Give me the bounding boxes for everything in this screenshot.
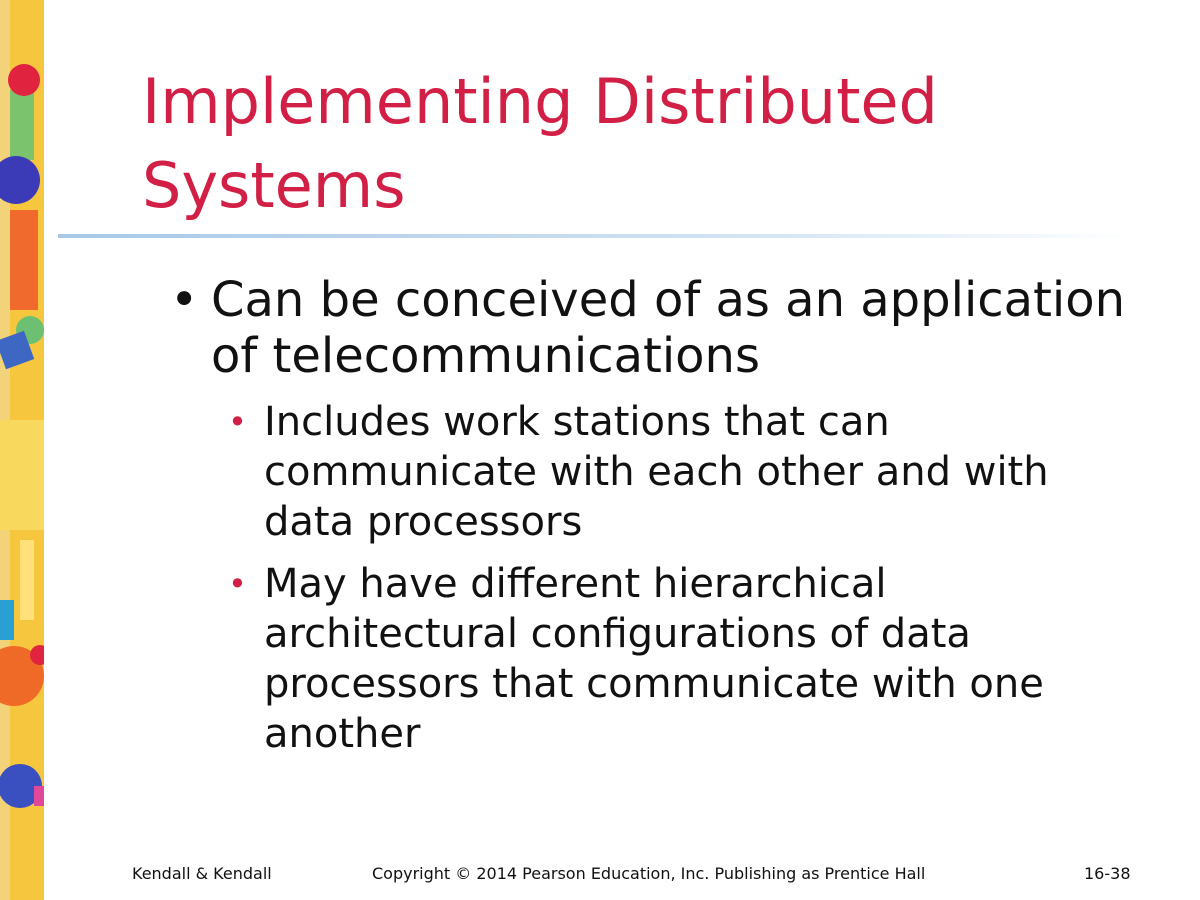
sub-bullet-dot-icon: • — [228, 565, 247, 603]
sub-bullet-dot-icon: • — [228, 403, 247, 441]
slide-title: Implementing Distributed Systems — [142, 65, 938, 222]
bullet-dot-icon: • — [170, 272, 199, 328]
footer-center: Copyright © 2014 Pearson Education, Inc.… — [372, 864, 926, 883]
footer-right: 16-38 — [1084, 864, 1131, 883]
sub-bullet-1: Includes work stations that can communic… — [264, 399, 1049, 545]
sub-bullet-2: May have different hierarchical architec… — [264, 561, 1044, 757]
footer-left: Kendall & Kendall — [132, 864, 272, 883]
title-divider — [58, 234, 1140, 238]
decorative-pattern — [0, 0, 44, 900]
bullet-main: Can be conceived of as an application of… — [211, 272, 1126, 384]
decorative-side-strip — [0, 0, 44, 900]
